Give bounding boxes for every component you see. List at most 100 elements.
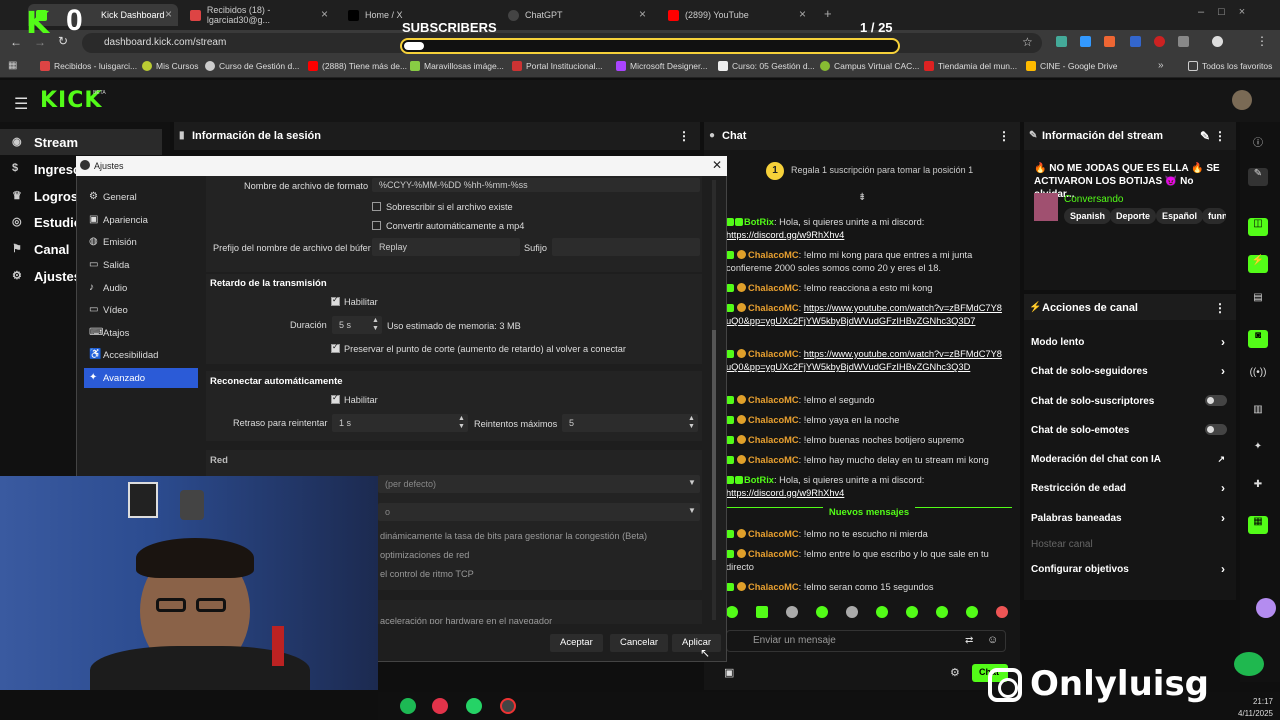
overwrite-checkbox[interactable]: [372, 202, 381, 211]
bookmark-item[interactable]: Curso: 05 Gestión d...: [718, 61, 815, 71]
bookmark-item[interactable]: (2888) Tiene más de...: [308, 61, 407, 71]
spinner-arrows-icon[interactable]: ▲ ▼: [458, 415, 465, 431]
bookmark-item[interactable]: Maravillosas imáge...: [410, 61, 504, 71]
bookmark-item[interactable]: Microsoft Designer...: [616, 61, 707, 71]
stream-category[interactable]: Conversando: [1064, 194, 1123, 205]
action-followers-only[interactable]: Chat de solo-seguidores ›: [1031, 364, 1231, 378]
extension-icon[interactable]: [1104, 36, 1115, 47]
accept-button[interactable]: Aceptar: [550, 634, 603, 652]
chat-username[interactable]: ChalacoMC: [748, 349, 799, 359]
apps-grid-icon[interactable]: ▦: [8, 60, 17, 71]
emote-icon[interactable]: [876, 606, 888, 618]
extension-icon[interactable]: [1154, 36, 1165, 47]
puzzle-icon[interactable]: [1178, 36, 1189, 47]
bookmark-item[interactable]: Mis Cursos: [142, 61, 199, 71]
broadcast-icon[interactable]: ((•)): [1248, 367, 1268, 385]
chevron-right-icon[interactable]: »: [1158, 60, 1164, 71]
window-controls-icon[interactable]: –□×: [1198, 6, 1259, 18]
action-ai-moderation[interactable]: Moderación del chat con IA ↗: [1031, 454, 1231, 465]
extension-icon[interactable]: [1080, 36, 1091, 47]
new-messages-divider[interactable]: Nuevos mensajes: [726, 507, 1012, 521]
chat-username[interactable]: ChalacoMC: [748, 529, 799, 539]
settings-nav-video[interactable]: ▭ Vídeo: [84, 300, 198, 320]
emote-icon[interactable]: [966, 606, 978, 618]
edit-icon[interactable]: ✎: [1248, 168, 1268, 186]
bookmark-star-icon[interactable]: ☆: [1022, 35, 1033, 49]
stream-tag[interactable]: Español: [1156, 208, 1204, 224]
grid-icon[interactable]: ▦: [1248, 516, 1268, 534]
action-banned-words[interactable]: Palabras baneadas ›: [1031, 511, 1231, 525]
tab-chatgpt[interactable]: ChatGPT ×: [500, 4, 652, 26]
action-subscribers-only[interactable]: Chat de solo-suscriptores: [1031, 395, 1231, 407]
suffix-input[interactable]: [552, 238, 700, 256]
emote-icon[interactable]: [726, 606, 738, 618]
chat-username[interactable]: ChalacoMC: [748, 303, 799, 313]
chat-username[interactable]: ChalacoMC: [748, 455, 799, 465]
spinner-arrows-icon[interactable]: ▲ ▼: [688, 415, 695, 431]
action-slow-mode[interactable]: Modo lento ›: [1031, 335, 1231, 349]
close-icon[interactable]: ×: [639, 7, 646, 21]
bookmark-item[interactable]: Curso de Gestión d...: [205, 61, 299, 71]
hamburger-menu-icon[interactable]: ☰: [14, 94, 28, 114]
translate-icon[interactable]: ⇄: [965, 635, 973, 646]
chat-username[interactable]: ChalacoMC: [748, 415, 799, 425]
menu-dots-icon[interactable]: ⋮: [1214, 129, 1226, 143]
extension-icon[interactable]: [1056, 36, 1067, 47]
emotes-only-toggle[interactable]: [1205, 424, 1227, 435]
emote-icon[interactable]: [996, 606, 1008, 618]
reconnect-enable-checkbox[interactable]: [331, 393, 340, 404]
clip-icon[interactable]: ◫: [1248, 218, 1268, 236]
emote-icon[interactable]: [816, 606, 828, 618]
action-configure-goals[interactable]: Configurar objetivos ›: [1031, 562, 1231, 576]
scrollbar-thumb[interactable]: [712, 330, 716, 560]
close-icon[interactable]: ×: [321, 7, 328, 21]
buffer-prefix-input[interactable]: Replay: [372, 238, 520, 256]
chat-username[interactable]: BotRix: [744, 217, 774, 227]
cancel-button[interactable]: Cancelar: [610, 634, 669, 652]
gear-icon[interactable]: ⚙: [950, 666, 960, 679]
close-icon[interactable]: ×: [165, 7, 172, 21]
menu-dots-icon[interactable]: ⋮: [998, 129, 1010, 143]
headset-icon[interactable]: [1234, 652, 1264, 676]
whatsapp-icon[interactable]: [466, 698, 482, 714]
obs-icon[interactable]: [500, 698, 516, 714]
extension-icon[interactable]: [1130, 36, 1141, 47]
chat-username[interactable]: ChalacoMC: [748, 250, 799, 260]
avatar[interactable]: [1232, 90, 1252, 110]
settings-nav-salida[interactable]: ▭ Salida: [84, 255, 198, 275]
stream-tag[interactable]: Spanish: [1064, 208, 1112, 224]
bookmark-item[interactable]: Tiendamia del mun...: [924, 61, 1017, 71]
chat-username[interactable]: ChalacoMC: [748, 549, 799, 559]
tab-gmail[interactable]: Recibidos (18) - lgarciad30@g... ×: [182, 4, 334, 26]
subscribers-only-toggle[interactable]: [1205, 395, 1227, 406]
layout-icon[interactable]: ▥: [1248, 404, 1268, 422]
delay-enable-checkbox[interactable]: [331, 295, 340, 306]
settings-nav-avanzado[interactable]: ✦ Avanzado: [84, 368, 198, 388]
stream-tag[interactable]: Deporte: [1110, 208, 1157, 224]
emote-icon[interactable]: [846, 606, 858, 618]
settings-nav-emision[interactable]: ◍ Emisión: [84, 232, 198, 252]
profile-icon[interactable]: [1212, 36, 1223, 47]
ip-family-select[interactable]: o: [378, 503, 700, 521]
emoji-icon[interactable]: ☺: [987, 634, 998, 646]
filename-format-input[interactable]: %CCYY-%MM-%DD %hh-%mm-%ss: [372, 178, 700, 192]
bind-ip-select[interactable]: (per defecto): [378, 475, 700, 493]
settings-nav-audio[interactable]: ♪ Audio: [84, 278, 198, 298]
gift-sub-banner[interactable]: Regala 1 suscripción para tomar la posic…: [735, 160, 1005, 182]
info-icon[interactable]: ⓘ: [1248, 134, 1268, 152]
apply-button[interactable]: Aplicar: [672, 634, 722, 652]
bookmark-item[interactable]: Portal Institucional...: [512, 61, 603, 71]
back-icon[interactable]: ←: [10, 35, 22, 49]
settings-nav-accesibilidad[interactable]: ♿ Accesibilidad: [84, 345, 198, 365]
chat-username[interactable]: ChalacoMC: [748, 283, 799, 293]
spinner-arrows-icon[interactable]: ▲ ▼: [372, 317, 379, 333]
menu-dots-icon[interactable]: ⋮: [1256, 34, 1268, 48]
preserve-checkbox[interactable]: [331, 342, 340, 353]
emote-icon[interactable]: [936, 606, 948, 618]
chat-username[interactable]: ChalacoMC: [748, 395, 799, 405]
spotify-icon[interactable]: [400, 698, 416, 714]
close-icon[interactable]: ×: [799, 7, 806, 21]
menu-dots-icon[interactable]: ⋮: [1214, 301, 1226, 315]
chat-username[interactable]: BotRix: [744, 475, 774, 485]
edit-icon[interactable]: ✎: [1200, 129, 1210, 143]
